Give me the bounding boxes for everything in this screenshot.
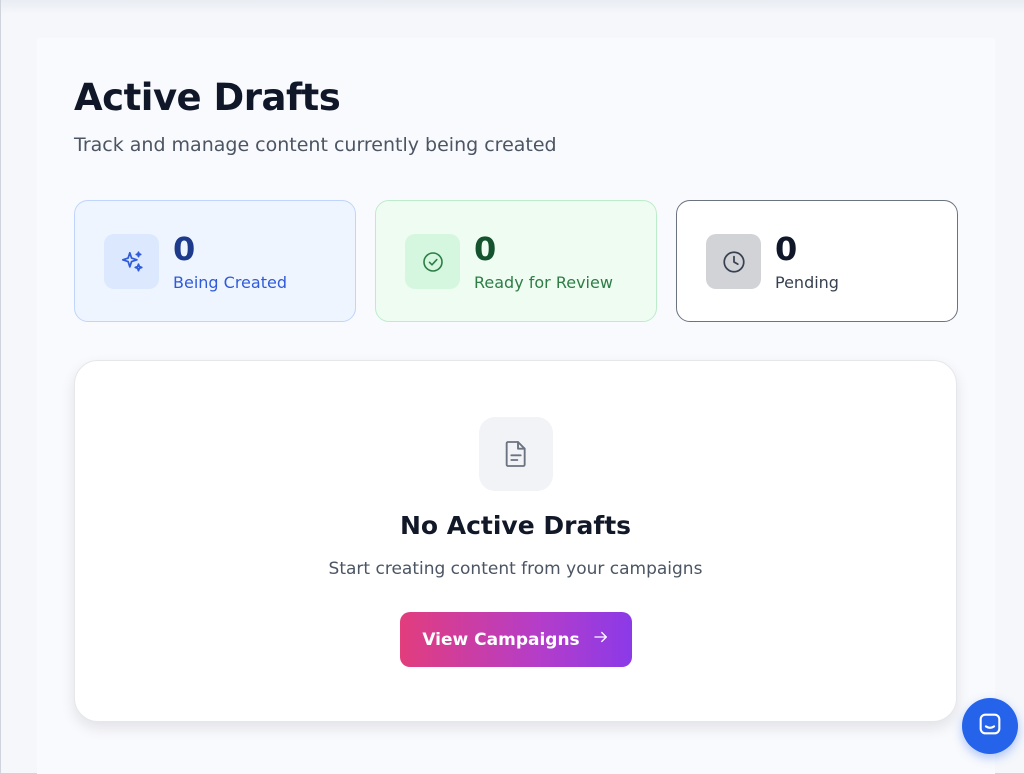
ready-for-review-label: Ready for Review xyxy=(474,273,613,292)
chat-icon xyxy=(976,710,1004,742)
page-subtitle: Track and manage content currently being… xyxy=(74,134,557,156)
ready-for-review-count: 0 xyxy=(474,230,497,268)
pending-count: 0 xyxy=(775,230,798,268)
stat-card-ready-for-review: 0 Ready for Review xyxy=(375,200,657,322)
pending-label: Pending xyxy=(775,273,839,292)
sparkles-icon xyxy=(104,234,159,289)
stat-card-being-created: 0 Being Created xyxy=(74,200,356,322)
clock-icon xyxy=(706,234,761,289)
arrow-right-icon xyxy=(592,628,610,651)
being-created-count: 0 xyxy=(173,230,196,268)
page-title: Active Drafts xyxy=(74,76,341,119)
empty-state-description: Start creating content from your campaig… xyxy=(328,559,703,579)
check-circle-icon xyxy=(405,234,460,289)
empty-state-title: No Active Drafts xyxy=(399,511,632,540)
app-window: Active Drafts Track and manage content c… xyxy=(0,0,1024,774)
being-created-label: Being Created xyxy=(173,273,287,292)
empty-state-card: No Active Drafts Start creating content … xyxy=(74,360,957,722)
top-shadow xyxy=(1,0,1024,14)
chat-widget-button[interactable] xyxy=(962,698,1018,754)
document-icon xyxy=(479,417,553,491)
view-campaigns-button[interactable]: View Campaigns xyxy=(400,612,632,667)
view-campaigns-label: View Campaigns xyxy=(422,629,580,650)
stat-card-pending: 0 Pending xyxy=(676,200,958,322)
